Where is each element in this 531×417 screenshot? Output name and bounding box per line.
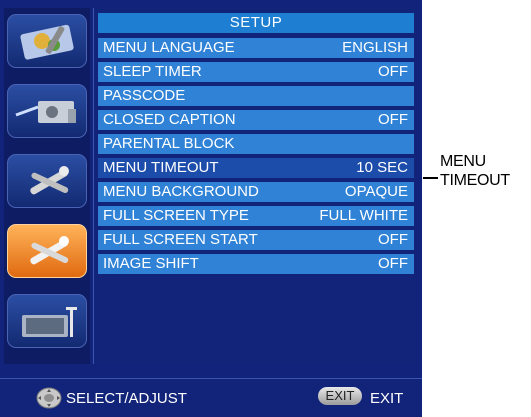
callout-annotation: MENU TIMEOUT — [440, 152, 510, 190]
menu-item-sleep-timer[interactable]: SLEEP TIMER OFF — [98, 62, 414, 82]
setup-tools-icon[interactable] — [7, 224, 87, 278]
menu-item-label: FULL SCREEN START — [103, 231, 258, 248]
footer-bar: SELECT/ADJUST EXIT EXIT — [0, 378, 422, 417]
osd-screen: SETUP MENU LANGUAGE ENGLISH SLEEP TIMER … — [0, 0, 422, 417]
display-monitor-icon[interactable] — [7, 294, 87, 348]
menu-item-label: CLOSED CAPTION — [103, 111, 236, 128]
menu-item-value: 10 SEC — [356, 159, 408, 176]
menu-item-menu-background[interactable]: MENU BACKGROUND OPAQUE — [98, 182, 414, 202]
exit-label: EXIT — [370, 390, 404, 407]
menu-item-label: SLEEP TIMER — [103, 63, 202, 80]
dpad-icon — [36, 387, 62, 409]
exit-button-badge[interactable]: EXIT — [318, 387, 362, 405]
menu-item-menu-language[interactable]: MENU LANGUAGE ENGLISH — [98, 38, 414, 58]
picture-adjust-icon[interactable] — [7, 14, 87, 68]
menu-item-value: OFF — [378, 63, 408, 80]
menu-item-label: IMAGE SHIFT — [103, 255, 199, 272]
menu-item-image-shift[interactable]: IMAGE SHIFT OFF — [98, 254, 414, 274]
menu-item-value: FULL WHITE — [319, 207, 408, 224]
menu-item-label: PASSCODE — [103, 87, 186, 104]
menu-item-value: OFF — [378, 111, 408, 128]
callout-line-2: TIMEOUT — [440, 172, 510, 189]
menu-item-menu-timeout[interactable]: MENU TIMEOUT 10 SEC — [98, 158, 414, 178]
menu-item-label: MENU LANGUAGE — [103, 39, 235, 56]
select-adjust-label: SELECT/ADJUST — [66, 390, 187, 407]
menu-item-value: ENGLISH — [342, 39, 408, 56]
callout-line-1: MENU — [440, 153, 486, 170]
tools-icon[interactable] — [7, 154, 87, 208]
menu-item-passcode[interactable]: PASSCODE — [98, 86, 414, 106]
menu-item-label: MENU TIMEOUT — [103, 159, 219, 176]
menu-item-label: MENU BACKGROUND — [103, 183, 259, 200]
setup-menu-panel: SETUP MENU LANGUAGE ENGLISH SLEEP TIMER … — [93, 8, 418, 364]
category-sidebar — [4, 8, 90, 364]
projector-icon[interactable] — [7, 84, 87, 138]
menu-item-parental-block[interactable]: PARENTAL BLOCK — [98, 134, 414, 154]
menu-item-value: OPAQUE — [344, 183, 408, 200]
callout-leader-line — [423, 177, 438, 179]
menu-item-closed-caption[interactable]: CLOSED CAPTION OFF — [98, 110, 414, 130]
menu-item-value: OFF — [378, 255, 408, 272]
menu-item-full-screen-type[interactable]: FULL SCREEN TYPE FULL WHITE — [98, 206, 414, 226]
menu-item-label: PARENTAL BLOCK — [103, 135, 235, 152]
menu-item-full-screen-start[interactable]: FULL SCREEN START OFF — [98, 230, 414, 250]
menu-title: SETUP — [98, 13, 414, 33]
menu-item-value: OFF — [378, 231, 408, 248]
menu-item-label: FULL SCREEN TYPE — [103, 207, 249, 224]
